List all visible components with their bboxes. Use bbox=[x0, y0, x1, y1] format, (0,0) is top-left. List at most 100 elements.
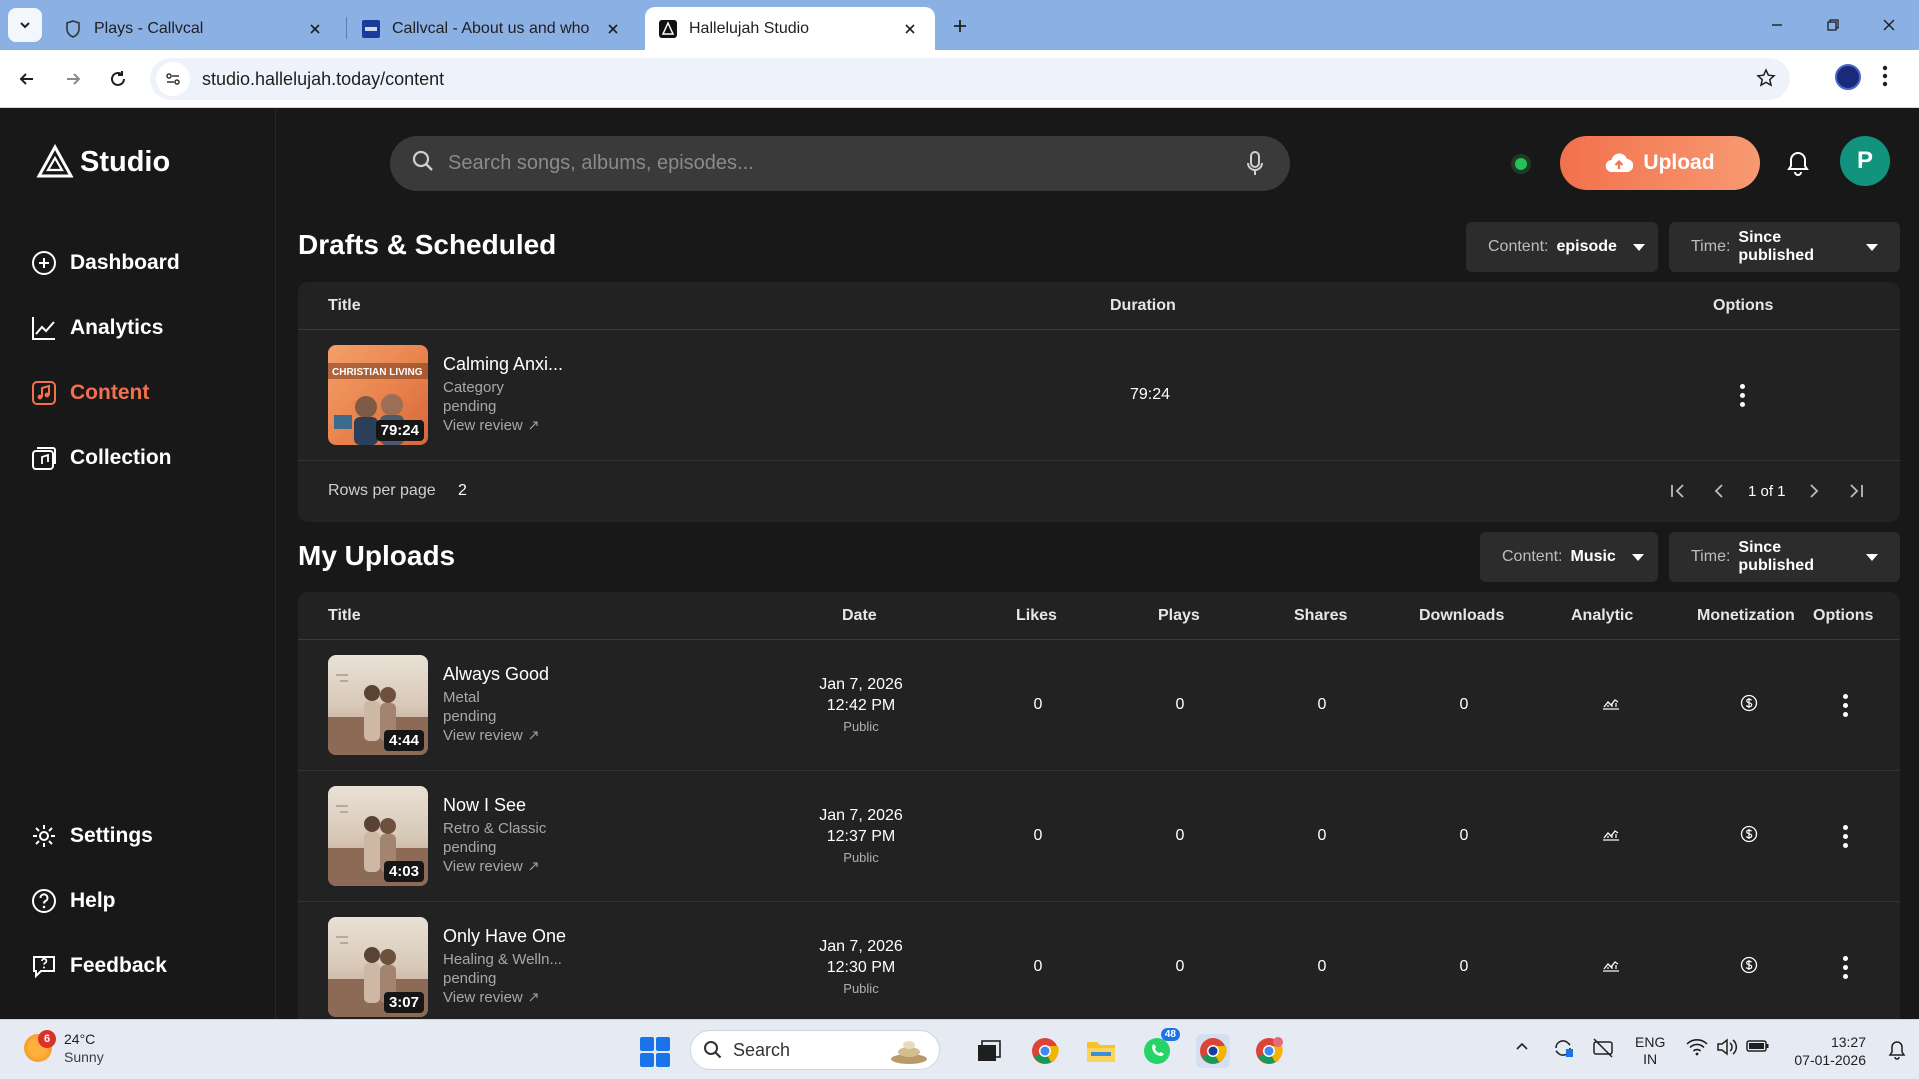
last-page-button[interactable] bbox=[1844, 479, 1868, 503]
close-window-button[interactable] bbox=[1874, 10, 1904, 40]
track-thumbnail[interactable]: 3:07 bbox=[328, 917, 428, 1017]
sidebar-item-content[interactable]: Content bbox=[30, 373, 149, 413]
sun-icon: 6 bbox=[24, 1030, 56, 1062]
search-input[interactable] bbox=[448, 152, 1208, 175]
row-likes: 0 bbox=[1033, 827, 1043, 844]
analytics-chart-icon[interactable] bbox=[1596, 827, 1626, 846]
browser-tab-callvcal[interactable]: Callvcal - About us and who we are bbox=[348, 7, 638, 50]
row-options-menu-icon[interactable] bbox=[1833, 821, 1857, 851]
tab-search-button[interactable] bbox=[8, 8, 42, 42]
dollar-icon[interactable] bbox=[1734, 825, 1764, 848]
row-genre: Metal bbox=[443, 689, 480, 706]
row-title[interactable]: Only Have One bbox=[443, 926, 566, 947]
rows-per-page-select[interactable]: 2 bbox=[458, 482, 467, 500]
clock-date: 07-01-2026 bbox=[1794, 1052, 1866, 1068]
episode-thumbnail[interactable]: CHRISTIAN LIVING 79:24 bbox=[328, 345, 428, 445]
weather-widget[interactable]: 6 24°C Sunny bbox=[24, 1030, 104, 1066]
row-options-menu-icon[interactable] bbox=[1833, 690, 1857, 720]
caret-down-icon bbox=[1866, 553, 1878, 561]
chrome-active-icon[interactable] bbox=[1196, 1034, 1230, 1068]
forward-button[interactable] bbox=[58, 64, 88, 94]
chrome-icon[interactable] bbox=[1028, 1034, 1062, 1068]
analytics-chart-icon[interactable] bbox=[1596, 958, 1626, 977]
row-title[interactable]: Calming Anxi... bbox=[443, 354, 563, 375]
header-options: Options bbox=[1813, 607, 1874, 624]
task-view-icon[interactable] bbox=[972, 1034, 1006, 1068]
drafts-content-filter[interactable]: Content: episode bbox=[1466, 222, 1658, 272]
battery-icon[interactable] bbox=[1746, 1038, 1770, 1057]
dollar-icon[interactable] bbox=[1734, 956, 1764, 979]
wifi-icon[interactable] bbox=[1686, 1038, 1708, 1059]
sync-icon[interactable] bbox=[1552, 1038, 1574, 1061]
address-bar[interactable]: studio.hallelujah.today/content bbox=[150, 58, 1790, 100]
sidebar-item-help[interactable]: Help bbox=[30, 881, 116, 921]
chrome-profile-icon[interactable] bbox=[1252, 1034, 1286, 1068]
browser-tab-plays[interactable]: Plays - Callvcal bbox=[50, 7, 340, 50]
minimize-button[interactable] bbox=[1762, 10, 1792, 40]
view-review-link[interactable]: View review bbox=[443, 417, 538, 434]
row-title[interactable]: Now I See bbox=[443, 795, 526, 816]
drafts-time-filter[interactable]: Time: Since published bbox=[1669, 222, 1900, 272]
bookmark-star-icon[interactable] bbox=[1756, 68, 1776, 93]
table-row[interactable]: 3:07 Only Have One Healing & Welln... pe… bbox=[298, 902, 1900, 1019]
bell-icon[interactable] bbox=[1786, 150, 1810, 181]
reload-button[interactable] bbox=[103, 64, 133, 94]
track-thumbnail[interactable]: 4:44 bbox=[328, 655, 428, 755]
sidebar-item-settings[interactable]: Settings bbox=[30, 816, 153, 856]
browser-tab-hallelujah-studio[interactable]: Hallelujah Studio bbox=[645, 7, 935, 50]
sidebar-item-label: Feedback bbox=[70, 954, 167, 977]
site-info-icon[interactable] bbox=[156, 62, 190, 96]
sidebar-item-label: Content bbox=[70, 381, 150, 404]
browser-profile-avatar[interactable] bbox=[1835, 64, 1861, 90]
header-options: Options bbox=[1713, 297, 1774, 314]
file-explorer-icon[interactable] bbox=[1084, 1034, 1118, 1068]
new-tab-button[interactable] bbox=[946, 12, 974, 40]
sidebar-item-dashboard[interactable]: Dashboard bbox=[30, 243, 180, 283]
search-bar[interactable] bbox=[390, 136, 1290, 191]
analytics-chart-icon[interactable] bbox=[1596, 696, 1626, 715]
taskbar-search[interactable]: Search bbox=[690, 1030, 940, 1070]
track-thumbnail[interactable]: 4:03 bbox=[328, 786, 428, 886]
previous-page-button[interactable] bbox=[1708, 479, 1732, 503]
row-options-menu-icon[interactable] bbox=[1833, 952, 1857, 982]
volume-icon[interactable] bbox=[1716, 1038, 1738, 1059]
upload-button[interactable]: Upload bbox=[1560, 136, 1760, 190]
first-page-button[interactable] bbox=[1666, 479, 1690, 503]
sidebar-item-collection[interactable]: Collection bbox=[30, 438, 172, 478]
table-row[interactable]: 4:03 Now I See Retro & Classic pending V… bbox=[298, 771, 1900, 902]
table-row[interactable]: CHRISTIAN LIVING 79:24 Calming Anxi... C… bbox=[298, 330, 1900, 461]
display-off-icon[interactable] bbox=[1592, 1038, 1614, 1061]
studio-logo[interactable]: Studio bbox=[36, 144, 170, 180]
browser-menu-icon[interactable] bbox=[1882, 65, 1888, 92]
sidebar-item-analytics[interactable]: Analytics bbox=[30, 308, 163, 348]
time-text: 12:37 PM bbox=[826, 828, 896, 845]
sidebar-item-feedback[interactable]: Feedback bbox=[30, 946, 167, 986]
filter-value: Since published bbox=[1738, 539, 1814, 574]
notification-bell-icon[interactable] bbox=[1888, 1040, 1906, 1063]
close-icon[interactable] bbox=[304, 18, 326, 40]
clock[interactable]: 13:27 07-01-2026 bbox=[1786, 1033, 1866, 1069]
row-options-menu-icon[interactable] bbox=[1730, 380, 1754, 410]
view-review-link[interactable]: View review bbox=[443, 858, 538, 875]
close-icon bbox=[1883, 19, 1895, 31]
next-page-button[interactable] bbox=[1801, 479, 1825, 503]
row-title[interactable]: Always Good bbox=[443, 664, 549, 685]
view-review-link[interactable]: View review bbox=[443, 727, 538, 744]
user-avatar[interactable]: P bbox=[1840, 136, 1890, 186]
table-row[interactable]: 4:44 Always Good Metal pending View revi… bbox=[298, 640, 1900, 771]
back-button[interactable] bbox=[12, 64, 42, 94]
filter-value: Since published bbox=[1738, 229, 1814, 264]
chevron-up-icon[interactable] bbox=[1514, 1038, 1530, 1057]
whatsapp-icon[interactable]: 48 bbox=[1140, 1028, 1180, 1068]
close-icon[interactable] bbox=[899, 18, 921, 40]
start-button[interactable] bbox=[640, 1037, 670, 1067]
uploads-time-filter[interactable]: Time: Since published bbox=[1669, 532, 1900, 582]
language-indicator[interactable]: ENG IN bbox=[1635, 1034, 1665, 1068]
view-review-link[interactable]: View review bbox=[443, 989, 538, 1006]
restore-button[interactable] bbox=[1818, 10, 1848, 40]
uploads-content-filter[interactable]: Content: Music bbox=[1480, 532, 1658, 582]
close-icon[interactable] bbox=[602, 18, 624, 40]
dollar-icon[interactable] bbox=[1734, 694, 1764, 717]
clock-time: 13:27 bbox=[1830, 1034, 1866, 1050]
microphone-icon[interactable] bbox=[1246, 151, 1264, 182]
